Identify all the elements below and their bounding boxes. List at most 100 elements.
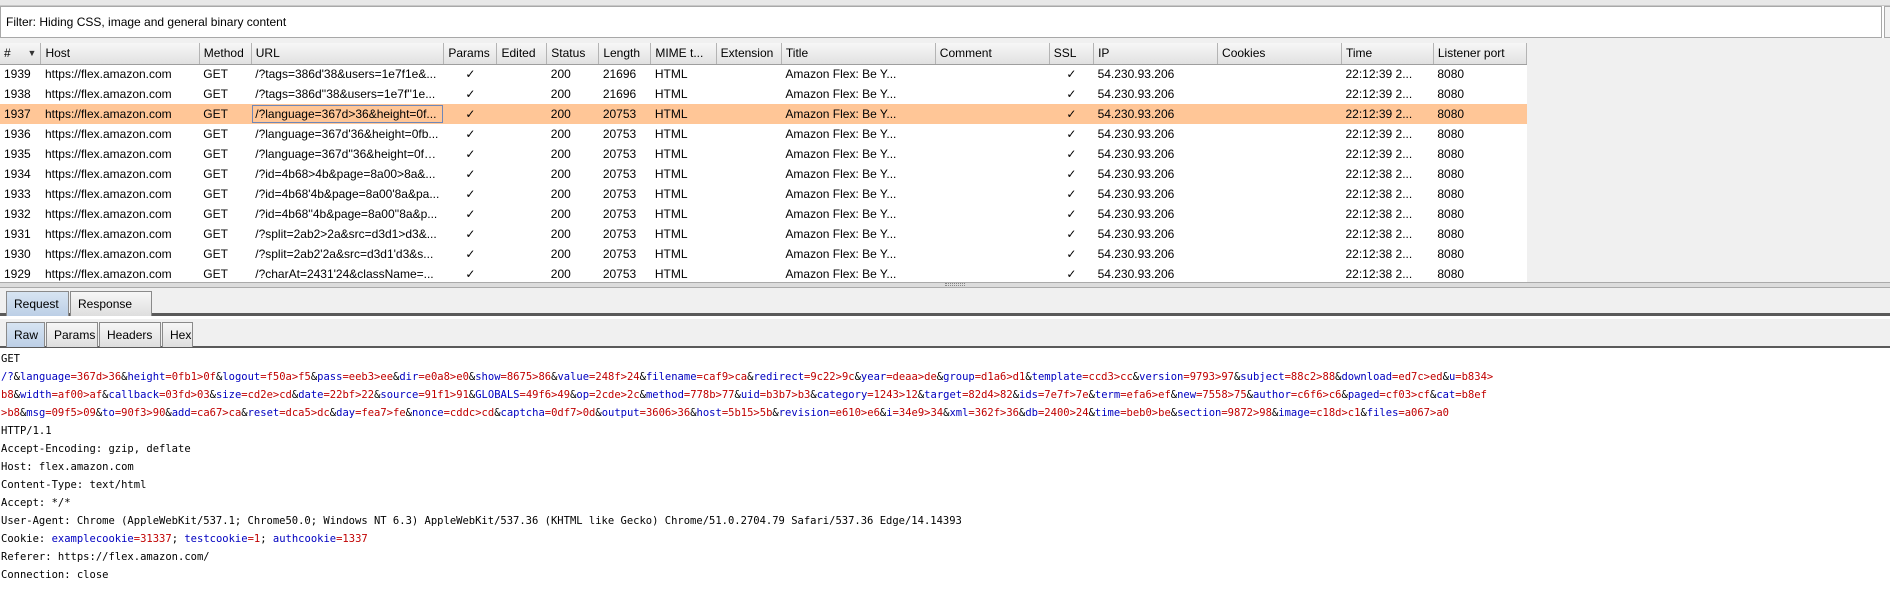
column-header-extension[interactable]: Extension [716, 43, 782, 65]
cell-status[interactable]: 200 [547, 124, 599, 144]
cell-ssl[interactable]: ✓ [1049, 64, 1093, 84]
cell-mime[interactable]: HTML [651, 224, 716, 244]
tab-raw[interactable]: Raw [6, 322, 45, 347]
cell-ext[interactable] [716, 164, 781, 184]
cell-ext[interactable] [716, 84, 781, 104]
cell-comment[interactable] [935, 164, 1049, 184]
cell-url[interactable]: /?language=367d''36&height=0fb... [251, 144, 444, 164]
cell-mime[interactable]: HTML [651, 204, 716, 224]
cell-time[interactable]: 22:12:38 2... [1342, 244, 1434, 264]
cell-num[interactable]: 1938 [0, 84, 41, 104]
cell-host[interactable]: https://flex.amazon.com [41, 84, 199, 104]
cell-ext[interactable] [716, 184, 781, 204]
cell-host[interactable]: https://flex.amazon.com [41, 184, 199, 204]
cell-time[interactable]: 22:12:39 2... [1342, 84, 1434, 104]
cell-method[interactable]: GET [199, 64, 251, 84]
cell-comment[interactable] [935, 104, 1050, 124]
filter-text[interactable]: Filter: Hiding CSS, image and general bi… [6, 15, 286, 29]
table-row[interactable]: 1929 https://flex.amazon.com GET/?charAt=2… [0, 264, 1527, 282]
cell-ip[interactable]: 54.230.93.206 [1094, 224, 1218, 244]
column-header-length[interactable]: Length [598, 43, 652, 65]
cell-ip[interactable]: 54.230.93.206 [1094, 264, 1218, 282]
cell-length[interactable]: 20753 [599, 124, 651, 144]
cell-time[interactable]: 22:12:39 2... [1342, 144, 1434, 164]
cell-edited[interactable] [496, 104, 547, 124]
cell-cookies[interactable] [1218, 64, 1342, 84]
cell-cookies[interactable] [1218, 264, 1342, 282]
cell-cookies[interactable] [1218, 124, 1342, 144]
cell-method[interactable]: GET [199, 224, 251, 244]
cell-edited[interactable] [497, 204, 547, 224]
cell-params[interactable]: ✓ [444, 124, 497, 144]
cell-mime[interactable]: HTML [650, 104, 717, 124]
cell-ext[interactable] [716, 224, 781, 244]
cell-time[interactable]: 22:12:39 2... [1342, 64, 1434, 84]
cell-title[interactable]: Amazon Flex: Be Y... [781, 244, 935, 264]
cell-length[interactable]: 20753 [598, 104, 651, 124]
cell-ip[interactable]: 54.230.93.206 [1094, 124, 1218, 144]
cell-method[interactable]: GET [199, 204, 251, 224]
cell-title[interactable]: Amazon Flex: Be Y... [781, 124, 935, 144]
cell-cookies[interactable] [1218, 184, 1342, 204]
cell-port[interactable]: 8080 [1433, 224, 1526, 244]
cell-comment[interactable] [935, 264, 1049, 282]
cell-title[interactable]: Amazon Flex: Be Y... [781, 144, 935, 164]
cell-edited[interactable] [497, 164, 547, 184]
cell-method[interactable]: GET [199, 124, 251, 144]
cell-port[interactable]: 8080 [1433, 144, 1526, 164]
table-row[interactable]: 1939 https://flex.amazon.com GET/?tags=386… [0, 64, 1527, 84]
cell-cookies[interactable] [1217, 104, 1342, 124]
cell-title[interactable]: Amazon Flex: Be Y... [781, 264, 935, 282]
cell-title[interactable]: Amazon Flex: Be Y... [781, 164, 935, 184]
cell-status[interactable]: 200 [547, 164, 599, 184]
cell-edited[interactable] [497, 244, 547, 264]
cell-method[interactable]: GET [199, 144, 251, 164]
cell-length[interactable]: 21696 [599, 64, 651, 84]
cell-ip[interactable]: 54.230.93.206 [1094, 184, 1218, 204]
cell-comment[interactable] [935, 224, 1049, 244]
cell-status[interactable]: 200 [547, 184, 599, 204]
cell-ip[interactable]: 54.230.93.206 [1094, 64, 1218, 84]
cell-num[interactable]: 1935 [0, 144, 41, 164]
cell-url[interactable]: /?id=4b68''4b&page=8a00''8a&p... [251, 204, 444, 224]
cell-params[interactable]: ✓ [444, 184, 497, 204]
column-header-comment[interactable]: Comment [935, 43, 1050, 65]
cell-title[interactable]: Amazon Flex: Be Y... [781, 64, 935, 84]
cell-title[interactable]: Amazon Flex: Be Y... [781, 184, 935, 204]
cell-length[interactable]: 20753 [599, 224, 651, 244]
cell-title[interactable]: Amazon Flex: Be Y... [781, 204, 935, 224]
cell-port[interactable]: 8080 [1433, 184, 1526, 204]
cell-ext[interactable] [716, 204, 781, 224]
cell-host[interactable]: https://flex.amazon.com [41, 264, 199, 282]
column-header-mime-t[interactable]: MIME t... [650, 43, 717, 65]
cell-mime[interactable]: HTML [651, 164, 716, 184]
cell-edited[interactable] [497, 124, 547, 144]
history-table-grid[interactable]: # ▼ Host Method URL Params Edited Status Length M… [0, 43, 1528, 282]
cell-ssl[interactable]: ✓ [1049, 124, 1093, 144]
cell-status[interactable]: 200 [547, 144, 599, 164]
cell-url[interactable]: /?language=367d>36&height=0f... [251, 104, 444, 124]
cell-num[interactable]: 1931 [0, 224, 41, 244]
cell-ssl[interactable]: ✓ [1049, 144, 1093, 164]
cell-params[interactable]: ✓ [444, 84, 497, 104]
cell-url[interactable]: /?split=2ab2>2a&src=d3d1>d3&... [251, 224, 444, 244]
cell-title[interactable]: Amazon Flex: Be Y... [781, 84, 935, 104]
cell-mime[interactable]: HTML [651, 244, 716, 264]
cell-title[interactable]: Amazon Flex: Be Y... [781, 104, 936, 124]
cell-port[interactable]: 8080 [1433, 164, 1526, 184]
tab-request[interactable]: Request [6, 291, 69, 316]
table-row[interactable]: 1938 https://flex.amazon.com GET/?tags=386… [0, 84, 1527, 104]
cell-ip[interactable]: 54.230.93.206 [1093, 104, 1218, 124]
cell-host[interactable]: https://flex.amazon.com [41, 204, 199, 224]
cell-num[interactable]: 1933 [0, 184, 41, 204]
cell-ext[interactable] [716, 244, 781, 264]
cell-cookies[interactable] [1218, 84, 1342, 104]
column-header-edited[interactable]: Edited [496, 43, 548, 65]
cell-time[interactable]: 22:12:38 2... [1342, 204, 1434, 224]
cell-length[interactable]: 20753 [599, 164, 651, 184]
cell-params[interactable]: ✓ [444, 204, 497, 224]
cell-time[interactable]: 22:12:38 2... [1342, 164, 1434, 184]
cell-cookies[interactable] [1218, 224, 1342, 244]
cell-host[interactable]: https://flex.amazon.com [41, 224, 199, 244]
cell-ext[interactable] [716, 64, 781, 84]
